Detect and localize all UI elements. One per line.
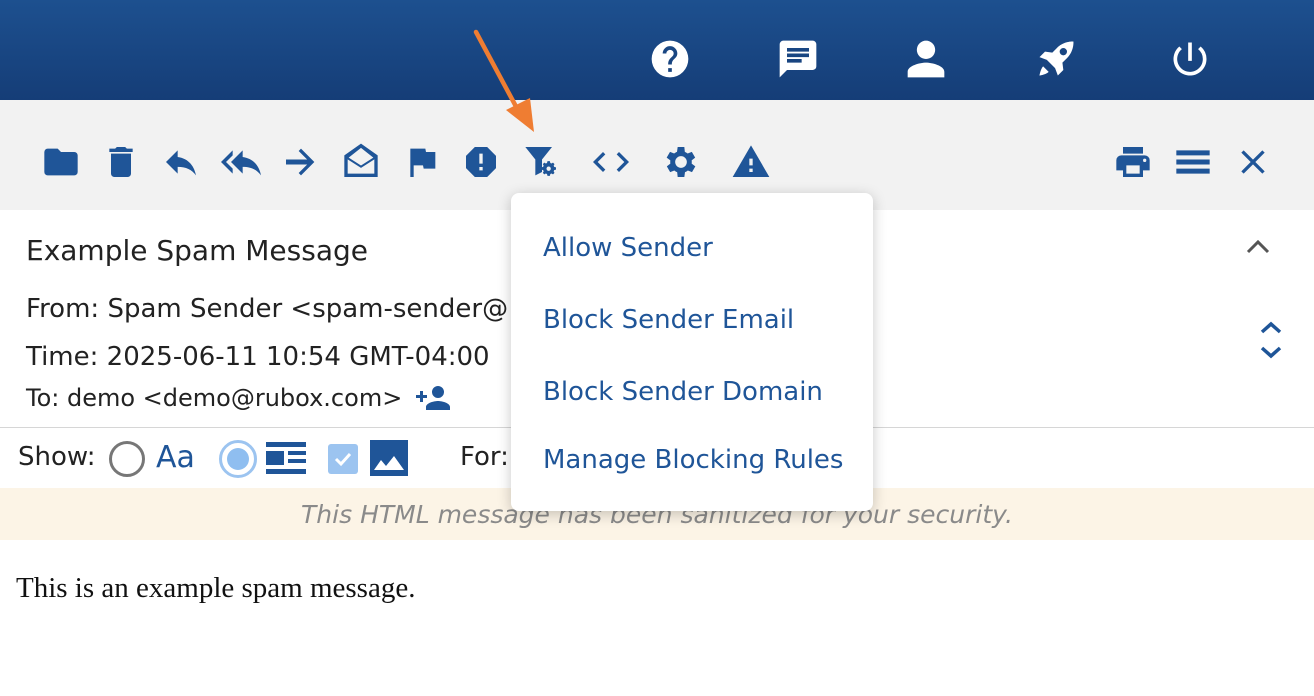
flag-icon[interactable]: [400, 140, 444, 184]
filter-dropdown-menu: Allow Sender Block Sender Email Block Se…: [511, 193, 873, 511]
filter-settings-icon[interactable]: [520, 140, 564, 184]
chat-icon[interactable]: [776, 37, 820, 81]
warning-icon[interactable]: [729, 140, 773, 184]
image-icon: [370, 440, 408, 476]
show-images-checkbox[interactable]: [328, 444, 358, 474]
rocket-icon[interactable]: [1034, 37, 1078, 81]
menu-item-manage-blocking-rules[interactable]: Manage Blocking Rules: [543, 445, 843, 475]
gear-icon[interactable]: [659, 140, 703, 184]
html-view-icon: [266, 442, 306, 476]
trash-icon[interactable]: [99, 140, 143, 184]
close-icon[interactable]: [1231, 140, 1275, 184]
folder-icon[interactable]: [39, 140, 83, 184]
forward-icon[interactable]: [279, 140, 323, 184]
source-code-icon[interactable]: [589, 140, 633, 184]
menu-item-block-sender-email[interactable]: Block Sender Email: [543, 305, 794, 335]
for-label: For:: [460, 442, 509, 472]
menu-item-block-sender-domain[interactable]: Block Sender Domain: [543, 377, 823, 407]
user-icon[interactable]: [904, 37, 948, 81]
reply-icon[interactable]: [159, 140, 203, 184]
time-line: Time: 2025-06-11 10:54 GMT-04:00: [26, 342, 490, 372]
add-contact-icon[interactable]: [416, 384, 451, 412]
chevron-up-down-icon[interactable]: [1256, 318, 1286, 362]
top-header: [0, 0, 1314, 100]
menu-icon[interactable]: [1171, 140, 1215, 184]
power-icon[interactable]: [1168, 37, 1212, 81]
plain-text-radio[interactable]: [109, 441, 145, 477]
spam-icon[interactable]: [459, 140, 503, 184]
message-subject: Example Spam Message: [26, 234, 368, 267]
plain-text-label: Aa: [156, 440, 195, 475]
to-text: To: demo <demo@rubox.com>: [26, 384, 403, 412]
reply-all-icon[interactable]: [219, 140, 263, 184]
chevron-up-icon[interactable]: [1242, 230, 1274, 262]
menu-item-allow-sender[interactable]: Allow Sender: [543, 233, 713, 263]
show-label: Show:: [18, 442, 96, 472]
message-body: This is an example spam message.: [16, 572, 416, 604]
from-line: From: Spam Sender <spam-sender@: [26, 294, 509, 324]
print-icon[interactable]: [1111, 140, 1155, 184]
help-icon[interactable]: [648, 37, 692, 81]
mark-read-icon[interactable]: [339, 140, 383, 184]
to-line: To: demo <demo@rubox.com>: [26, 384, 451, 412]
html-radio[interactable]: [219, 440, 257, 478]
